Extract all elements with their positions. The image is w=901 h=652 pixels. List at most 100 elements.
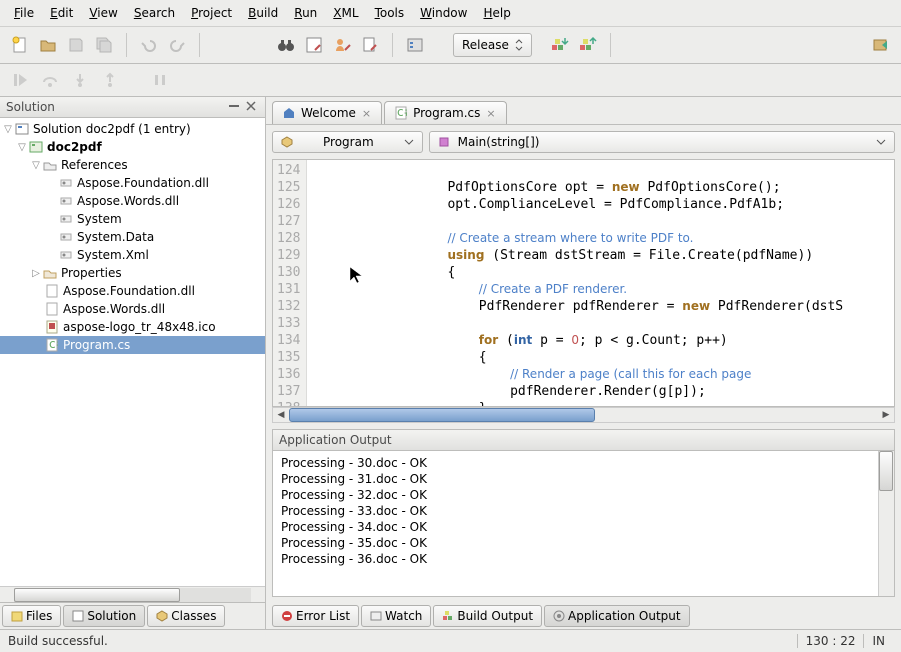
chevron-down-icon bbox=[404, 139, 414, 145]
menubar: File Edit View Search Project Build Run … bbox=[0, 0, 901, 27]
output-body[interactable]: Processing - 30.doc - OK Processing - 31… bbox=[273, 451, 894, 596]
tab-error-list[interactable]: Error List bbox=[272, 605, 359, 627]
tree-file-item[interactable]: Aspose.Words.dll bbox=[0, 300, 265, 318]
menu-run[interactable]: Run bbox=[286, 3, 325, 23]
output-panel-title: Application Output bbox=[273, 430, 894, 451]
step-into-icon[interactable] bbox=[68, 68, 92, 92]
editor-area: Welcome × c# Program.cs × Program Main(s… bbox=[266, 97, 901, 629]
debug-toolbar bbox=[0, 64, 901, 97]
code-breadcrumb: Program Main(string[]) bbox=[266, 124, 901, 159]
goto-file-icon[interactable] bbox=[358, 33, 382, 57]
tree-properties-node[interactable]: ▷ Properties bbox=[0, 264, 265, 282]
home-icon bbox=[283, 107, 295, 119]
tree-solution-node[interactable]: ▽ Solution doc2pdf (1 entry) bbox=[0, 120, 265, 138]
mouse-cursor bbox=[349, 266, 365, 286]
continue-icon[interactable] bbox=[8, 68, 32, 92]
editor-tab-program[interactable]: c# Program.cs × bbox=[384, 101, 507, 124]
code-content[interactable]: PdfOptionsCore opt = new PdfOptionsCore(… bbox=[307, 160, 894, 406]
tab-classes[interactable]: Classes bbox=[147, 605, 225, 627]
editor-tab-welcome[interactable]: Welcome × bbox=[272, 101, 382, 124]
tab-build-output[interactable]: Build Output bbox=[433, 605, 542, 627]
svg-text:c#: c# bbox=[49, 338, 58, 351]
output-tabs: Error List Watch Build Output Applicatio… bbox=[266, 603, 901, 629]
app-output-icon bbox=[553, 610, 565, 622]
tree-file-item[interactable]: c# Program.cs bbox=[0, 336, 265, 354]
error-icon bbox=[281, 610, 293, 622]
class-dropdown[interactable]: Program bbox=[272, 131, 423, 153]
solution-tree[interactable]: ▽ Solution doc2pdf (1 entry) ▽ doc2pdf ▽… bbox=[0, 118, 265, 586]
menu-project[interactable]: Project bbox=[183, 3, 240, 23]
hscroll-thumb[interactable] bbox=[289, 408, 595, 422]
close-panel-icon[interactable] bbox=[245, 100, 259, 114]
close-tab-icon[interactable]: × bbox=[486, 107, 495, 120]
menu-xml[interactable]: XML bbox=[325, 3, 366, 23]
tree-reference-item[interactable]: Aspose.Words.dll bbox=[0, 192, 265, 210]
output-line: Processing - 30.doc - OK bbox=[281, 455, 886, 471]
binoculars-icon[interactable] bbox=[274, 33, 298, 57]
new-file-icon[interactable] bbox=[8, 33, 32, 57]
build-config-label: Release bbox=[462, 38, 509, 52]
tab-watch[interactable]: Watch bbox=[361, 605, 431, 627]
close-tab-icon[interactable]: × bbox=[362, 107, 371, 120]
main-toolbar: Release bbox=[0, 27, 901, 64]
output-line: Processing - 33.doc - OK bbox=[281, 503, 886, 519]
build-config-dropdown[interactable]: Release bbox=[453, 33, 532, 57]
save-all-icon[interactable] bbox=[92, 33, 116, 57]
goto-member-icon[interactable] bbox=[330, 33, 354, 57]
side-panel-tabs: Files Solution Classes bbox=[0, 602, 265, 629]
tree-file-item[interactable]: Aspose.Foundation.dll bbox=[0, 282, 265, 300]
step-out-icon[interactable] bbox=[98, 68, 122, 92]
solution-panel-header: Solution bbox=[0, 97, 265, 118]
menu-search[interactable]: Search bbox=[126, 3, 183, 23]
code-editor[interactable]: 1241251261271281291301311321331341351361… bbox=[272, 159, 895, 407]
output-line: Processing - 32.doc - OK bbox=[281, 487, 886, 503]
tree-references-node[interactable]: ▽ References bbox=[0, 156, 265, 174]
svg-text:c#: c# bbox=[397, 106, 407, 119]
goto-type-icon[interactable] bbox=[302, 33, 326, 57]
output-panel: Application Output Processing - 30.doc -… bbox=[272, 429, 895, 597]
tab-application-output[interactable]: Application Output bbox=[544, 605, 690, 627]
chevron-updown-icon bbox=[515, 39, 523, 51]
menu-tools[interactable]: Tools bbox=[367, 3, 413, 23]
build-icon[interactable] bbox=[548, 33, 572, 57]
scroll-left-icon[interactable]: ◀ bbox=[273, 410, 289, 420]
solution-panel-title: Solution bbox=[6, 100, 225, 114]
solution-hscrollbar[interactable] bbox=[0, 586, 265, 602]
watch-icon bbox=[370, 610, 382, 622]
settings-icon[interactable] bbox=[403, 33, 427, 57]
solution-panel: Solution ▽ Solution doc2pdf (1 entry) ▽ … bbox=[0, 97, 266, 629]
status-position: 130 : 22 bbox=[797, 634, 864, 648]
rebuild-icon[interactable] bbox=[576, 33, 600, 57]
menu-view[interactable]: View bbox=[81, 3, 125, 23]
tree-reference-item[interactable]: System bbox=[0, 210, 265, 228]
method-icon bbox=[438, 136, 450, 148]
menu-edit[interactable]: Edit bbox=[42, 3, 81, 23]
menu-help[interactable]: Help bbox=[475, 3, 518, 23]
undo-icon[interactable] bbox=[137, 33, 161, 57]
tree-project-node[interactable]: ▽ doc2pdf bbox=[0, 138, 265, 156]
menu-window[interactable]: Window bbox=[412, 3, 475, 23]
editor-hscrollbar[interactable]: ◀ ▶ bbox=[272, 407, 895, 423]
pause-icon[interactable] bbox=[148, 68, 172, 92]
output-line: Processing - 34.doc - OK bbox=[281, 519, 886, 535]
save-icon[interactable] bbox=[64, 33, 88, 57]
step-over-icon[interactable] bbox=[38, 68, 62, 92]
method-dropdown[interactable]: Main(string[]) bbox=[429, 131, 895, 153]
scroll-right-icon[interactable]: ▶ bbox=[878, 410, 894, 420]
chevron-down-icon bbox=[876, 139, 886, 145]
menu-file[interactable]: File bbox=[6, 3, 42, 23]
output-line: Processing - 35.doc - OK bbox=[281, 535, 886, 551]
tree-reference-item[interactable]: System.Data bbox=[0, 228, 265, 246]
nav-forward-icon[interactable] bbox=[869, 33, 893, 57]
redo-icon[interactable] bbox=[165, 33, 189, 57]
tab-files[interactable]: Files bbox=[2, 605, 61, 627]
tree-reference-item[interactable]: Aspose.Foundation.dll bbox=[0, 174, 265, 192]
minimize-panel-icon[interactable] bbox=[228, 100, 242, 114]
tree-file-item[interactable]: aspose-logo_tr_48x48.ico bbox=[0, 318, 265, 336]
tab-solution[interactable]: Solution bbox=[63, 605, 145, 627]
tree-reference-item[interactable]: System.Xml bbox=[0, 246, 265, 264]
open-folder-icon[interactable] bbox=[36, 33, 60, 57]
menu-build[interactable]: Build bbox=[240, 3, 286, 23]
status-mode: IN bbox=[863, 634, 893, 648]
output-vscrollbar[interactable] bbox=[878, 451, 894, 596]
